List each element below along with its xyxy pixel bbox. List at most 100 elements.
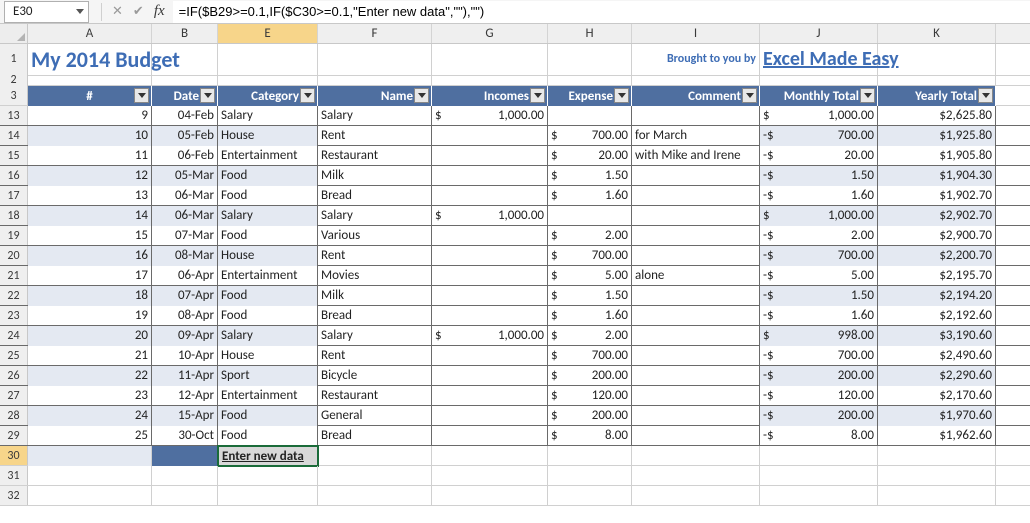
cell-date[interactable]: 04-Feb [152,106,218,126]
cell-name[interactable]: Rent [318,126,432,146]
cell-yearly-total[interactable]: $3,190.60 [878,326,996,346]
cell-date[interactable]: 10-Apr [152,346,218,366]
cell-yearly-total[interactable]: $2,490.60 [878,346,996,366]
cell-expense[interactable] [548,106,632,126]
cell-number[interactable]: 15 [28,226,152,246]
cell-incomes[interactable] [432,226,548,246]
cell-date[interactable]: 09-Apr [152,326,218,346]
cell-date[interactable]: 12-Apr [152,386,218,406]
col-header-J[interactable]: J [760,24,878,43]
row-header[interactable]: 18 [0,206,28,225]
cell-expense[interactable]: $200.00 [548,366,632,386]
cell-category[interactable]: Sport [218,366,318,386]
cell-category[interactable]: House [218,246,318,266]
col-header-F[interactable]: F [318,24,432,43]
cell-category[interactable]: Food [218,426,318,446]
cell-expense[interactable]: $120.00 [548,386,632,406]
row-header[interactable]: 29 [0,426,28,445]
cell-category[interactable]: House [218,126,318,146]
cell-incomes[interactable] [432,406,548,426]
cell-yearly-total[interactable]: $1,905.80 [878,146,996,166]
cell-name[interactable]: Salary [318,206,432,226]
cell-expense[interactable]: $1.50 [548,166,632,186]
cell-name[interactable]: Salary [318,106,432,126]
cell-number[interactable]: 16 [28,246,152,266]
header-date[interactable]: Date [152,86,218,106]
cell-comment[interactable]: with Mike and Irene [632,146,760,166]
row-header[interactable]: 20 [0,246,28,265]
cell-comment[interactable] [632,406,760,426]
cell-category[interactable]: Food [218,306,318,326]
fx-icon[interactable]: fx [154,3,165,20]
row-header[interactable]: 27 [0,386,28,405]
filter-icon[interactable] [200,88,215,103]
cell-monthly-total[interactable]: -$1.50 [760,286,878,306]
cell-expense[interactable]: $2.00 [548,326,632,346]
row-header[interactable]: 17 [0,186,28,205]
row-header[interactable]: 21 [0,266,28,285]
col-header-E[interactable]: E [218,24,318,43]
row-header[interactable]: 22 [0,286,28,305]
header-comment[interactable]: Comment [632,86,760,106]
header-expense[interactable]: Expense [548,86,632,106]
filter-icon[interactable] [414,88,429,103]
cell-incomes[interactable] [432,146,548,166]
col-header-I[interactable]: I [632,24,760,43]
filter-icon[interactable] [978,88,993,103]
cell-incomes[interactable] [432,346,548,366]
cell-monthly-total[interactable]: -$1.60 [760,186,878,206]
cell-name[interactable]: Bicycle [318,366,432,386]
chevron-down-icon[interactable] [76,9,84,14]
cell-number[interactable]: 9 [28,106,152,126]
cell-incomes[interactable]: $1,000.00 [432,206,548,226]
cell-monthly-total[interactable]: -$120.00 [760,386,878,406]
cell-date[interactable]: 07-Mar [152,226,218,246]
cell-number[interactable]: 19 [28,306,152,326]
cell-number[interactable]: 24 [28,406,152,426]
col-header-H[interactable]: H [548,24,632,43]
cell-category[interactable]: Entertainment [218,266,318,286]
cancel-icon[interactable]: ✕ [112,4,123,19]
cell-date[interactable]: 05-Mar [152,166,218,186]
cell-date[interactable]: 06-Apr [152,266,218,286]
col-header-B[interactable]: B [152,24,218,43]
cell-expense[interactable]: $700.00 [548,346,632,366]
cell-name[interactable]: Rent [318,346,432,366]
cell-comment[interactable] [632,286,760,306]
cell-yearly-total[interactable]: $2,200.70 [878,246,996,266]
cell-incomes[interactable] [432,246,548,266]
cell-number[interactable]: 21 [28,346,152,366]
cell-number[interactable]: 23 [28,386,152,406]
cell-yearly-total[interactable]: $1,904.30 [878,166,996,186]
cell-incomes[interactable] [432,186,548,206]
cell-expense[interactable]: $20.00 [548,146,632,166]
cell-category[interactable]: Salary [218,206,318,226]
cell-monthly-total[interactable]: $1,000.00 [760,206,878,226]
col-header-G[interactable]: G [432,24,548,43]
col-header-K[interactable]: K [878,24,996,43]
cell-incomes[interactable] [432,426,548,446]
cell-incomes[interactable]: $1,000.00 [432,106,548,126]
cell-category[interactable]: Entertainment [218,146,318,166]
cell-category[interactable]: House [218,346,318,366]
col-header-A[interactable]: A [28,24,152,43]
cell-yearly-total[interactable]: $2,625.80 [878,106,996,126]
cell-name[interactable]: General [318,406,432,426]
cell-expense[interactable]: $1.60 [548,186,632,206]
cell-expense[interactable]: $8.00 [548,426,632,446]
cell-monthly-total[interactable]: $998.00 [760,326,878,346]
cell-date[interactable]: 05-Feb [152,126,218,146]
cell-name[interactable]: Restaurant [318,146,432,166]
row-header[interactable]: 16 [0,166,28,185]
cell-incomes[interactable] [432,386,548,406]
cell-monthly-total[interactable]: -$1.60 [760,306,878,326]
header-num[interactable]: # [28,86,152,106]
cell-number[interactable]: 13 [28,186,152,206]
header-name[interactable]: Name [318,86,432,106]
cell-comment[interactable] [632,106,760,126]
cell-yearly-total[interactable]: $2,900.70 [878,226,996,246]
cell-expense[interactable]: $700.00 [548,126,632,146]
cell-number[interactable]: 12 [28,166,152,186]
cell-number[interactable]: 22 [28,366,152,386]
row-header[interactable]: 15 [0,146,28,165]
